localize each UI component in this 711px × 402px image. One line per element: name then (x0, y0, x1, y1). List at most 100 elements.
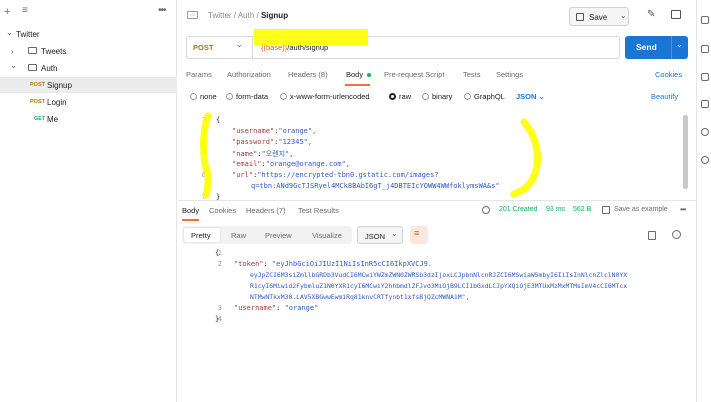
documentation-icon[interactable] (671, 10, 681, 19)
response-format-select[interactable]: JSON ⌄ (357, 226, 403, 244)
request-name: Signup (47, 80, 72, 90)
send-button[interactable]: Send ⌄ (625, 36, 688, 59)
cookies-link[interactable]: Cookies (655, 70, 682, 79)
tab-pre-request-script[interactable]: Pre-request Script (384, 70, 444, 79)
body-type-options: none form-data x-www-form-urlencoded raw… (190, 92, 690, 104)
more-options-icon[interactable]: ••• (158, 5, 166, 16)
method-value: POST (193, 43, 214, 52)
search-icon[interactable] (672, 230, 681, 239)
code-line-wrapped: R1cyI6Miwid2FybmluZ1N0YXR1cyI6MCwiY2hhbm… (250, 282, 628, 290)
radio-circle (464, 92, 471, 100)
response-size[interactable]: 562 B (573, 206, 591, 213)
tab-headers[interactable]: Headers (8) (288, 70, 328, 79)
comments-icon[interactable] (701, 73, 709, 81)
breadcrumb-request: Signup (260, 11, 289, 20)
beautify-link[interactable]: Beautify (651, 92, 678, 101)
radio-form-data[interactable]: form-data (226, 92, 268, 101)
radio-none[interactable]: none (190, 92, 217, 101)
response-tab-cookies[interactable]: Cookies (209, 206, 236, 215)
response-time[interactable]: 93 ms (546, 206, 565, 213)
request-body-editor[interactable]: 1 2 3 4 5 6 7 { "username":"orange", "pa… (186, 113, 692, 201)
response-tab-headers[interactable]: Headers (7) (246, 206, 286, 215)
request-header: ▭ Twitter / Auth / Signup Save ⌄ ✎ (178, 0, 696, 32)
radio-raw[interactable]: raw (389, 92, 411, 101)
highlight-annotation (254, 29, 368, 45)
save-label: Save (589, 13, 608, 22)
right-toolbar (696, 0, 711, 402)
save-example-icon (602, 206, 610, 214)
radio-graphql[interactable]: GraphQL (464, 92, 505, 101)
response-body-viewer[interactable]: 1 2 3 4 { "token": "eyJhbGciOiJIUzI1NiIs… (182, 246, 692, 336)
edit-icon[interactable]: ✎ (647, 9, 655, 20)
sidebar-toolbar: + ≡ ••• (0, 0, 177, 26)
chevron-down-icon: ⌄ (10, 61, 17, 70)
folder-open-icon (28, 64, 37, 71)
response-tab-body[interactable]: Body (182, 206, 199, 215)
chevron-down-icon: ⌄ (538, 92, 545, 101)
wrap-lines-button[interactable]: ≡ (410, 226, 428, 244)
send-label: Send (636, 42, 657, 52)
folder-icon (28, 47, 37, 54)
code-line: "name":"오렌지", (232, 150, 294, 158)
save-button[interactable]: Save ⌄ (569, 7, 629, 26)
chevron-down-icon: ⌄ (236, 40, 243, 49)
chevron-right-icon: › (11, 46, 14, 56)
tab-body[interactable]: Body (346, 70, 363, 79)
info-icon[interactable] (701, 128, 709, 136)
response-tabs: Body Cookies Headers (7) Test Results 20… (182, 205, 692, 218)
copy-icon[interactable] (648, 231, 656, 240)
format-value: JSON (365, 232, 386, 241)
view-mode-switcher: Pretty Raw Preview Visualize (182, 226, 352, 244)
save-as-example-button[interactable]: Save as example (614, 206, 668, 213)
response-body-underline (182, 219, 199, 221)
lightbulb-icon[interactable] (701, 156, 709, 164)
request-name: Me (47, 114, 59, 124)
documentation-icon[interactable] (701, 45, 709, 53)
code-line-wrapped: eyJpZCI6M3siZmllbGRDb3VudCI6MCwiYWZmZWN0… (250, 271, 628, 279)
request-item-signup[interactable]: POST Signup (0, 77, 177, 93)
breadcrumb: Twitter / Auth / Signup (208, 11, 288, 20)
editor-scrollbar[interactable] (683, 115, 688, 189)
view-mode-raw[interactable]: Raw (231, 231, 246, 240)
radio-x-www-form-urlencoded[interactable]: x-www-form-urlencoded (280, 92, 370, 101)
radio-circle (190, 92, 197, 100)
status-code[interactable]: 201 Created (499, 206, 538, 213)
collection-item-twitter[interactable]: ⌄ Twitter (0, 26, 177, 42)
response-tab-test-results[interactable]: Test Results (298, 206, 339, 215)
request-item-login[interactable]: POST Login (0, 94, 177, 110)
line-number: 3 (217, 304, 222, 312)
view-mode-visualize[interactable]: Visualize (312, 231, 342, 240)
request-tabs: Params Authorization Headers (8) Body Pr… (186, 70, 686, 84)
radio-binary[interactable]: binary (422, 92, 452, 101)
request-item-me[interactable]: GET Me (0, 111, 177, 127)
chevron-down-icon: ⌄ (6, 28, 13, 37)
api-icon[interactable] (701, 16, 709, 24)
code-line: "email":"orange@orange.com", (232, 160, 351, 168)
radio-circle-selected (389, 92, 396, 100)
folder-name: Auth (41, 63, 58, 73)
add-icon[interactable]: + (4, 6, 10, 18)
collections-sidebar: + ≡ ••• ⌄ Twitter › Tweets ⌄ Auth POST S… (0, 0, 177, 402)
more-options-icon[interactable]: ••• (680, 205, 686, 214)
method-badge: GET (34, 116, 46, 122)
code-icon[interactable] (701, 100, 709, 108)
breadcrumb-workspace[interactable]: Twitter (208, 11, 232, 20)
globe-icon[interactable] (482, 206, 490, 214)
code-line: "username":"orange", (232, 127, 317, 135)
method-select[interactable]: POST ⌄ (187, 37, 253, 58)
view-mode-preview[interactable]: Preview (265, 231, 292, 240)
chevron-down-icon: ⌄ (620, 11, 627, 20)
tab-authorization[interactable]: Authorization (227, 70, 271, 79)
tab-params[interactable]: Params (186, 70, 212, 79)
tab-tests[interactable]: Tests (463, 70, 481, 79)
folder-item-auth[interactable]: ⌄ Auth (0, 60, 177, 76)
folder-item-tweets[interactable]: › Tweets (0, 43, 177, 59)
code-line-wrapped: q=tbn:ANd9GcTJSRyel4MCk8BAbI6gT_j4DBTEIc… (251, 182, 500, 190)
tab-settings[interactable]: Settings (496, 70, 523, 79)
chevron-down-icon[interactable]: ⌄ (676, 40, 683, 49)
response-divider[interactable] (178, 200, 696, 201)
filter-icon[interactable]: ≡ (22, 6, 28, 16)
breadcrumb-folder[interactable]: Auth (238, 11, 254, 20)
body-format-select[interactable]: JSON ⌄ (516, 92, 545, 101)
active-indicator-dot (367, 73, 371, 77)
